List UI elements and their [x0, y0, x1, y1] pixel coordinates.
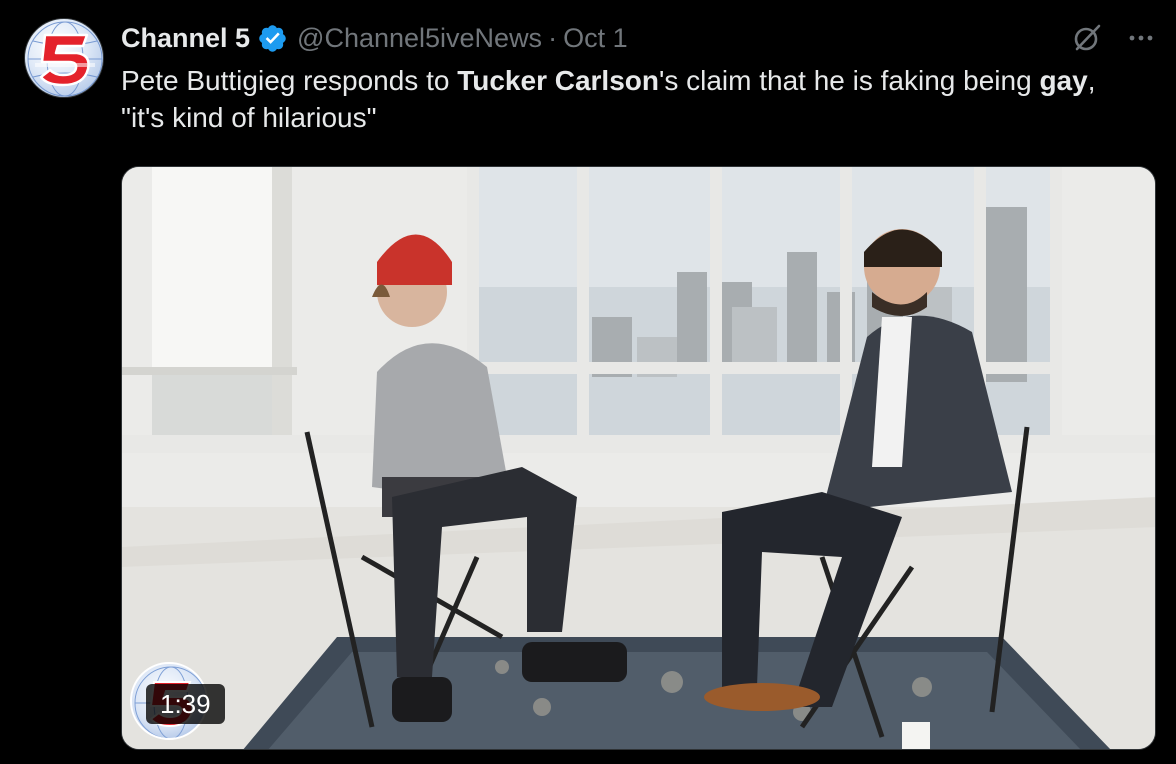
author-handle[interactable]: @Channel5iveNews [297, 23, 542, 54]
tweet-text-part: 's claim that he is faking being [659, 65, 1040, 96]
tweet-date[interactable]: Oct 1 [563, 23, 628, 54]
tweet-text-bold-gay[interactable]: gay [1039, 65, 1087, 96]
more-icon[interactable] [1126, 23, 1156, 53]
header-separator: · [548, 22, 558, 53]
video-thumbnail [122, 167, 1155, 749]
author-avatar[interactable] [24, 18, 104, 98]
tweet-header: Channel 5 @Channel5iveNews · Oct 1 [121, 20, 628, 56]
verified-badge-icon[interactable] [257, 23, 288, 54]
tweet-text-part: Pete Buttigieg responds to [121, 65, 458, 96]
header-actions [1070, 20, 1156, 56]
grok-icon[interactable] [1070, 21, 1104, 55]
tweet-text-bold-tucker-carlson[interactable]: Tucker Carlson [457, 65, 659, 96]
author-display-name[interactable]: Channel 5 [121, 23, 250, 54]
video-duration-badge: 1:39 [146, 684, 225, 724]
tweet-text: Pete Buttigieg responds to Tucker Carlso… [121, 62, 1141, 136]
video-player[interactable]: 1:39 [121, 166, 1156, 750]
tweet[interactable]: Channel 5 @Channel5iveNews · Oct 1 Pete … [0, 0, 1176, 764]
channel-5-logo-icon [27, 21, 103, 97]
